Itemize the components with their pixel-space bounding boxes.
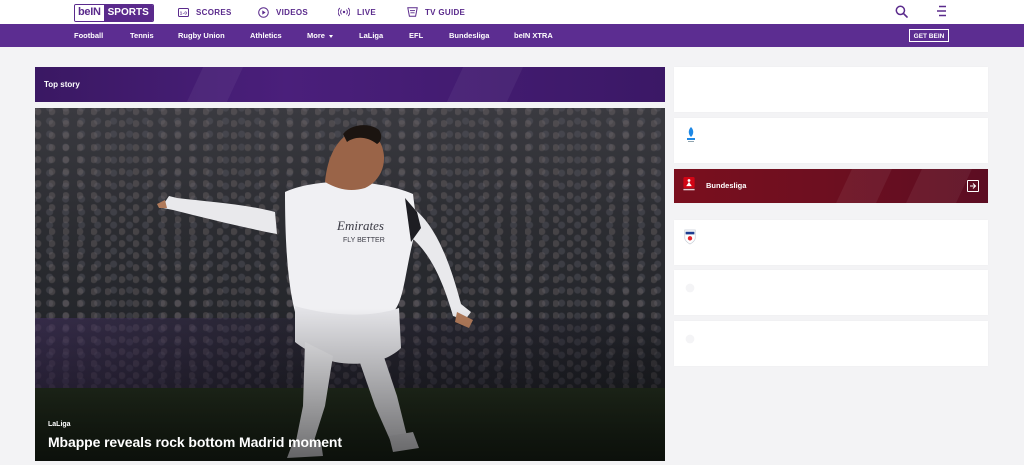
league-label-bundesliga: Bundesliga	[706, 181, 747, 190]
category-bein-xtra[interactable]: beIN XTRA	[514, 24, 553, 47]
banner-decoration	[446, 67, 524, 102]
serie-a-logo	[687, 127, 695, 142]
category-tennis[interactable]: Tennis	[130, 24, 154, 47]
top-story-banner: Top story	[35, 67, 665, 102]
jersey-sponsor: Emirates	[336, 218, 384, 233]
card-decoration	[906, 169, 972, 203]
nav-scores-label: SCORES	[196, 7, 232, 17]
banner-decoration	[186, 67, 244, 102]
league-card[interactable]	[674, 270, 988, 315]
logo-text-bein: beIN	[75, 5, 104, 21]
arrow-right-icon[interactable]	[967, 180, 979, 192]
category-rugby-union[interactable]: Rugby Union	[178, 24, 225, 47]
category-more-label: More	[307, 31, 325, 40]
top-header: beIN SPORTS 1-0 SCORES VIDEOS LIVE TV GU…	[0, 0, 1024, 24]
scores-icon: 1-0	[178, 7, 189, 17]
svg-text:1-0: 1-0	[180, 10, 188, 15]
card-decoration	[836, 169, 892, 203]
category-efl[interactable]: EFL	[409, 24, 423, 47]
category-nav-bar: Football Tennis Rugby Union Athletics Mo…	[0, 24, 1024, 47]
nav-scores[interactable]: 1-0 SCORES	[178, 0, 232, 24]
nav-videos[interactable]: VIDEOS	[258, 0, 308, 24]
top-story-card[interactable]: Emirates FLY BETTER LaLiga Mbappe reveal…	[35, 108, 665, 461]
story-category[interactable]: LaLiga	[48, 421, 71, 428]
category-bundesliga[interactable]: Bundesliga	[449, 24, 489, 47]
jersey-tagline: FLY BETTER	[343, 237, 385, 244]
nav-videos-label: VIDEOS	[276, 7, 309, 17]
league-logo	[685, 283, 695, 293]
league-card-efl[interactable]	[674, 220, 988, 265]
logo-text-sports: SPORTS	[103, 5, 153, 21]
nav-live[interactable]: LIVE	[338, 0, 376, 24]
efl-logo	[684, 229, 696, 245]
top-story-label: Top story	[44, 80, 80, 89]
league-card-bundesliga[interactable]: Bundesliga	[674, 169, 988, 203]
category-football[interactable]: Football	[74, 24, 103, 47]
category-more[interactable]: More	[307, 24, 333, 47]
get-bein-button[interactable]: GET BEIN	[909, 29, 949, 42]
nav-tv-guide-label: TV GUIDE	[425, 7, 466, 17]
league-card[interactable]	[674, 67, 988, 112]
menu-icon[interactable]	[935, 5, 948, 17]
live-icon	[338, 7, 350, 17]
chevron-down-icon	[328, 34, 333, 38]
nav-tv-guide[interactable]: TV GUIDE	[407, 0, 465, 24]
nav-live-label: LIVE	[357, 7, 376, 17]
league-card[interactable]	[674, 321, 988, 366]
bundesliga-logo	[683, 177, 695, 191]
bein-sports-logo[interactable]: beIN SPORTS	[74, 4, 154, 22]
story-headline[interactable]: Mbappe reveals rock bottom Madrid moment	[48, 434, 342, 450]
tv-guide-icon	[407, 7, 418, 17]
category-athletics[interactable]: Athletics	[250, 24, 282, 47]
league-card-serie-a[interactable]	[674, 118, 988, 163]
play-icon	[258, 6, 269, 18]
league-logo	[685, 334, 695, 344]
category-laliga[interactable]: LaLiga	[359, 24, 383, 47]
search-icon[interactable]	[895, 5, 908, 18]
